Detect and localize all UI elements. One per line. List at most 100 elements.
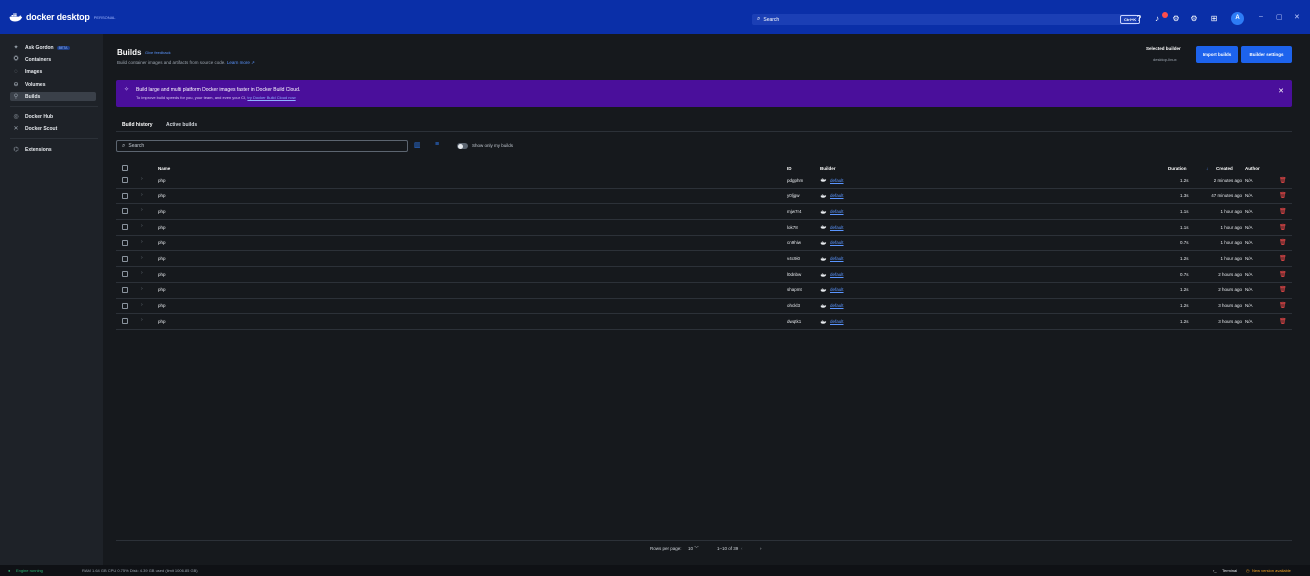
table-row[interactable]: › php l0dnbw default 0.7s 2 hours ago N/… bbox=[116, 267, 1292, 283]
avatar[interactable]: A bbox=[1231, 12, 1244, 25]
trash-icon[interactable]: 🗑 bbox=[1279, 271, 1287, 278]
row-checkbox[interactable] bbox=[122, 239, 128, 246]
tab-active-builds[interactable]: Active builds bbox=[166, 122, 197, 128]
help-icon[interactable]: ? bbox=[1133, 13, 1145, 25]
sidebar-item-images[interactable]: ◌ Images bbox=[12, 67, 98, 76]
next-page-icon[interactable]: › bbox=[760, 546, 762, 551]
build-name[interactable]: php bbox=[158, 225, 166, 230]
builder-link[interactable]: default bbox=[830, 178, 844, 183]
give-feedback-link[interactable]: Give feedback bbox=[145, 50, 171, 55]
chevron-right-icon[interactable]: › bbox=[141, 239, 143, 245]
banner-link[interactable]: try Docker Build Cloud now bbox=[247, 95, 295, 100]
column-header-created[interactable]: Created bbox=[1216, 166, 1233, 171]
show-only-my-builds-toggle[interactable] bbox=[457, 143, 468, 149]
select-all-checkbox[interactable] bbox=[122, 165, 128, 171]
trash-icon[interactable]: 🗑 bbox=[1279, 208, 1287, 215]
build-name[interactable]: php bbox=[158, 287, 166, 292]
sidebar-item-volumes[interactable]: ⊖ Volumes bbox=[12, 80, 98, 89]
sort-desc-icon[interactable]: ↓ bbox=[1206, 166, 1208, 171]
trash-icon[interactable]: 🗑 bbox=[1279, 192, 1287, 199]
chevron-right-icon[interactable]: › bbox=[141, 286, 143, 292]
terminal-button[interactable]: Terminal bbox=[1222, 568, 1237, 573]
row-checkbox[interactable] bbox=[122, 286, 128, 293]
rows-per-page-select[interactable]: 10 ﹀ bbox=[688, 546, 699, 552]
row-checkbox[interactable] bbox=[122, 271, 128, 278]
builder-link[interactable]: default bbox=[830, 287, 844, 292]
row-checkbox[interactable] bbox=[122, 255, 128, 262]
build-name[interactable]: php bbox=[158, 256, 166, 261]
close-icon[interactable]: ✕ bbox=[1278, 87, 1284, 95]
apps-grid-icon[interactable]: ⊞ bbox=[1208, 13, 1220, 25]
import-builds-button[interactable]: Import builds bbox=[1196, 46, 1238, 63]
learn-more-link[interactable]: Learn more bbox=[227, 60, 250, 65]
table-row[interactable]: › php mjw7r4 default 1.1s 1 hour ago N/A… bbox=[116, 204, 1292, 221]
trash-icon[interactable]: 🗑 bbox=[1279, 302, 1287, 309]
chevron-right-icon[interactable]: › bbox=[141, 302, 143, 308]
column-header-id[interactable]: ID bbox=[787, 166, 792, 171]
chevron-right-icon[interactable]: › bbox=[141, 207, 143, 213]
builder-link[interactable]: default bbox=[830, 225, 844, 230]
trash-icon[interactable]: 🗑 bbox=[1279, 318, 1287, 325]
builder-settings-button[interactable]: Builder settings bbox=[1241, 46, 1292, 63]
row-checkbox[interactable] bbox=[122, 302, 128, 309]
chevron-right-icon[interactable]: › bbox=[141, 270, 143, 276]
sidebar-item-docker-hub[interactable]: ◎ Docker Hub bbox=[12, 112, 98, 121]
trash-icon[interactable]: 🗑 bbox=[1279, 286, 1287, 293]
builder-link[interactable]: default bbox=[830, 272, 844, 277]
settings-icon[interactable]: ⚙ bbox=[1188, 13, 1200, 25]
column-header-builder[interactable]: Builder bbox=[820, 166, 836, 171]
build-name[interactable]: php bbox=[158, 272, 166, 277]
row-checkbox[interactable] bbox=[122, 208, 128, 215]
builder-link[interactable]: default bbox=[830, 193, 844, 198]
table-row[interactable]: › php v4c9i0 default 1.2s 1 hour ago N/A… bbox=[116, 252, 1292, 268]
row-checkbox[interactable] bbox=[122, 224, 128, 231]
sidebar-item-docker-scout[interactable]: ✕ Docker Scout bbox=[12, 124, 98, 133]
trash-icon[interactable]: 🗑 bbox=[1279, 255, 1287, 262]
table-row[interactable]: › php dwqtk1 default 1.2s 3 hours ago N/… bbox=[116, 314, 1292, 330]
global-search[interactable]: ⌕ Search bbox=[752, 14, 1137, 25]
row-checkbox[interactable] bbox=[122, 177, 128, 183]
trash-icon[interactable]: 🗑 bbox=[1279, 239, 1287, 246]
build-name[interactable]: php bbox=[158, 209, 166, 214]
chevron-right-icon[interactable]: › bbox=[141, 176, 143, 182]
new-version-link[interactable]: New version available bbox=[1252, 568, 1291, 573]
builder-link[interactable]: default bbox=[830, 303, 844, 308]
builder-link[interactable]: default bbox=[830, 256, 844, 261]
search-input[interactable]: ⌕ Search bbox=[116, 140, 408, 152]
trash-icon[interactable]: 🗑 bbox=[1279, 224, 1287, 231]
builder-link[interactable]: default bbox=[830, 319, 844, 324]
selected-builder-value[interactable]: desktop-linux bbox=[1153, 57, 1177, 62]
build-name[interactable]: php bbox=[158, 303, 166, 308]
sidebar-item-ask-gordon[interactable]: ✦ Ask Gordon BETA bbox=[12, 43, 98, 52]
build-name[interactable]: php bbox=[158, 319, 166, 324]
table-row[interactable]: › php lok78 default 1.1s 1 hour ago N/A … bbox=[116, 220, 1292, 236]
table-row[interactable]: › php pdgphm default 1.2s 2 minutes ago … bbox=[116, 173, 1292, 189]
row-checkbox[interactable] bbox=[122, 318, 128, 325]
table-row[interactable]: › php ohckl3 default 1.2s 3 hours ago N/… bbox=[116, 299, 1292, 315]
engine-status[interactable]: Engine running bbox=[16, 568, 43, 573]
close-icon[interactable]: ✕ bbox=[1294, 13, 1300, 21]
chevron-right-icon[interactable]: › bbox=[141, 223, 143, 229]
column-header-name[interactable]: Name bbox=[158, 166, 170, 171]
build-name[interactable]: php bbox=[158, 240, 166, 245]
chevron-right-icon[interactable]: › bbox=[141, 317, 143, 323]
build-name[interactable]: php bbox=[158, 178, 166, 183]
table-row[interactable]: › php shapmt default 1.2s 2 hours ago N/… bbox=[116, 283, 1292, 299]
trash-icon[interactable]: 🗑 bbox=[1279, 177, 1287, 184]
row-checkbox[interactable] bbox=[122, 192, 128, 199]
build-name[interactable]: php bbox=[158, 193, 166, 198]
sidebar-item-containers[interactable]: ⛭ Containers bbox=[12, 55, 98, 64]
builder-link[interactable]: default bbox=[830, 240, 844, 245]
table-row[interactable]: › php cn9hiw default 0.7s 1 hour ago N/A… bbox=[116, 236, 1292, 252]
column-header-author[interactable]: Author bbox=[1245, 166, 1260, 171]
column-header-duration[interactable]: Duration bbox=[1168, 166, 1187, 171]
filter-icon[interactable]: ≡ bbox=[435, 141, 439, 148]
table-row[interactable]: › php y0ljgw default 1.3s 47 minutes ago… bbox=[116, 189, 1292, 205]
prev-page-icon[interactable]: ‹ bbox=[741, 546, 743, 551]
columns-icon[interactable]: ▥ bbox=[414, 141, 421, 149]
sidebar-item-extensions[interactable]: ⌬ Extensions bbox=[12, 145, 98, 154]
maximize-icon[interactable]: ▢ bbox=[1276, 13, 1283, 21]
builder-link[interactable]: default bbox=[830, 209, 844, 214]
extensions-icon[interactable]: ⚙ bbox=[1170, 13, 1182, 25]
minimize-icon[interactable]: – bbox=[1259, 13, 1263, 20]
